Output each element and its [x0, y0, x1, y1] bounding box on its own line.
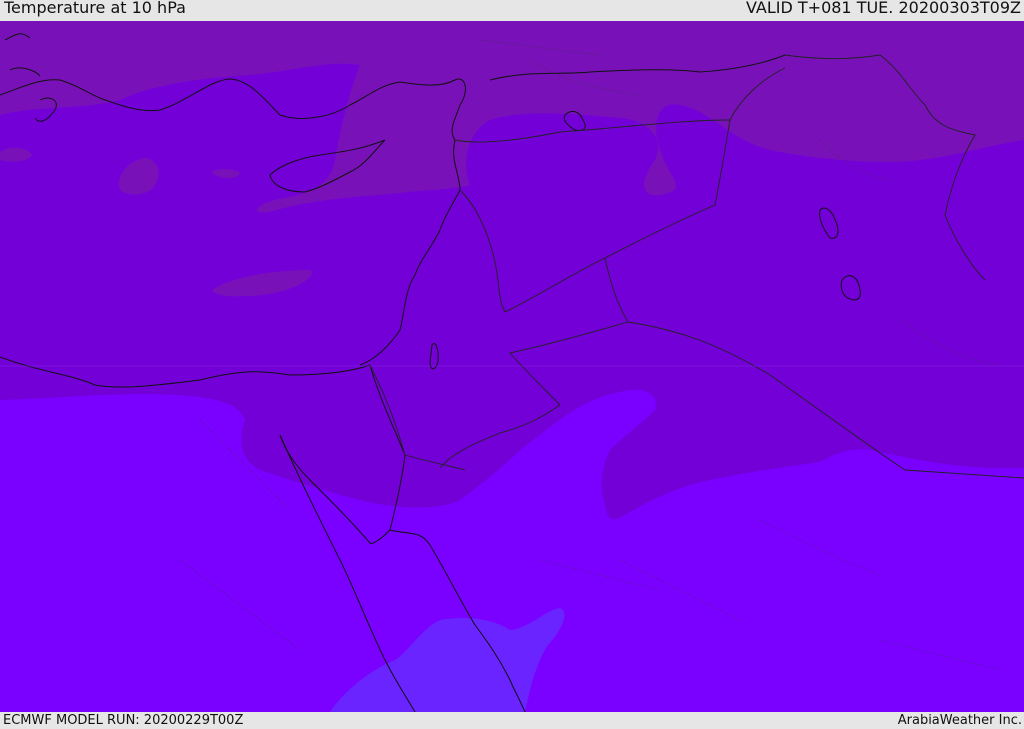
temperature-map — [0, 21, 1024, 712]
map-title: Temperature at 10 hPa — [4, 0, 186, 17]
map-view[interactable] — [0, 21, 1024, 712]
credit: ArabiaWeather Inc. — [897, 713, 1022, 728]
header-bar: Temperature at 10 hPa VALID T+081 TUE. 2… — [0, 0, 1024, 21]
model-run: ECMWF MODEL RUN: 20200229T00Z — [3, 713, 244, 728]
valid-time: VALID T+081 TUE. 20200303T09Z — [745, 0, 1021, 17]
footer-bar: ECMWF MODEL RUN: 20200229T00Z ArabiaWeat… — [0, 712, 1024, 729]
